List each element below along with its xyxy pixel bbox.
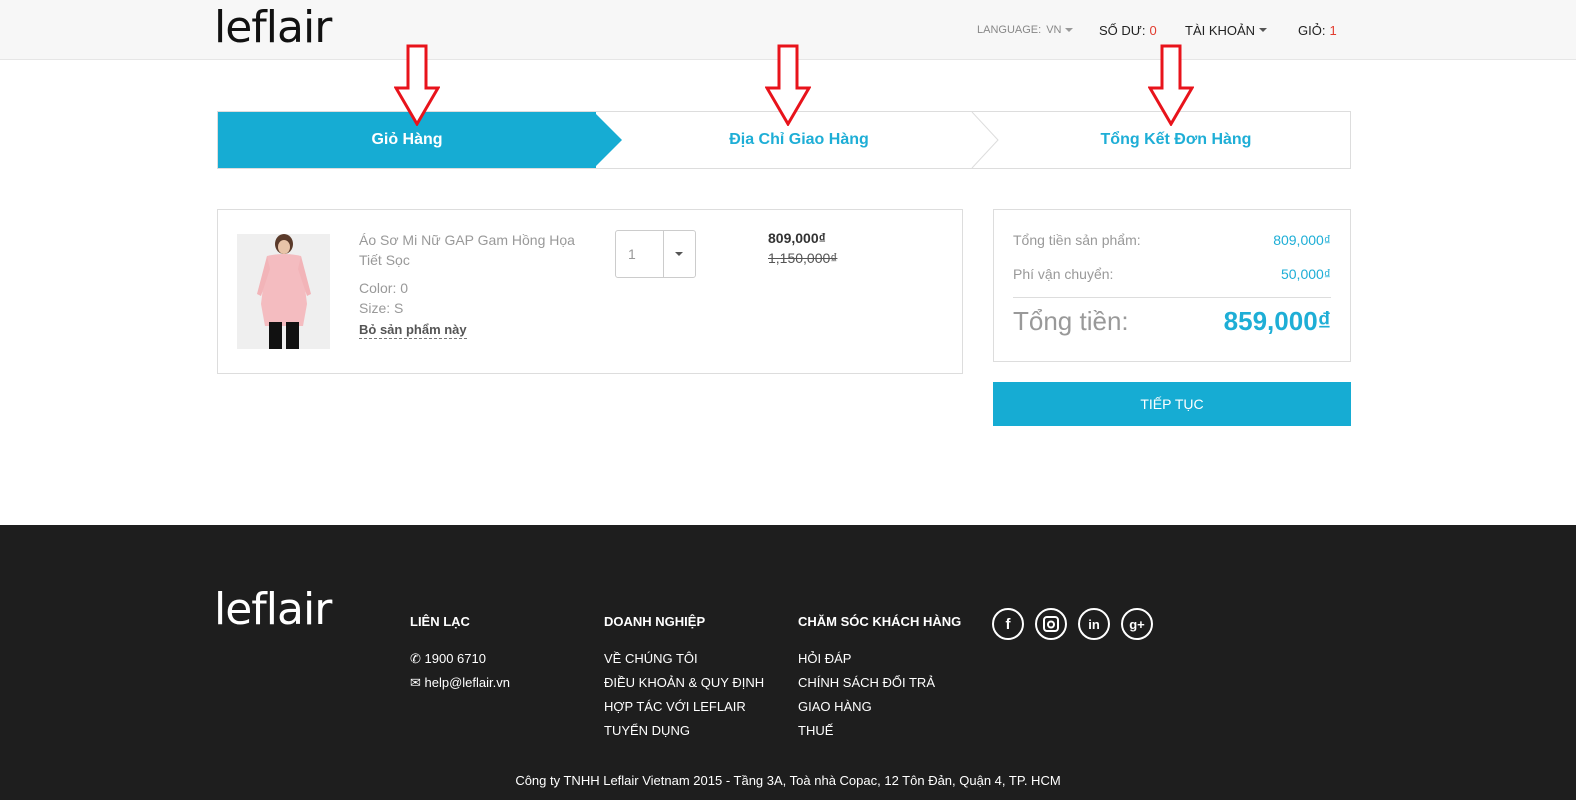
shipping-label: Phí vận chuyển:	[1013, 266, 1114, 282]
care-heading: CHĂM SÓC KHÁCH HÀNG	[798, 614, 962, 629]
balance-label: SỐ DƯ:	[1099, 22, 1146, 38]
step-arrow	[594, 112, 622, 168]
cart-label: GIỎ:	[1298, 22, 1326, 38]
footer-link-shipping[interactable]: GIAO HÀNG	[798, 695, 961, 719]
envelope-icon: ✉	[410, 675, 425, 690]
footer-care-column: CHĂM SÓC KHÁCH HÀNG HỎI ĐÁP CHÍNH SÁCH Đ…	[798, 615, 961, 743]
footer-link-tax[interactable]: THUẾ	[798, 719, 961, 743]
quantity-divider	[663, 231, 664, 277]
footer-link-about[interactable]: VỀ CHÚNG TÔI	[604, 647, 764, 671]
quantity-value: 1	[628, 246, 636, 262]
language-value: VN	[1046, 24, 1062, 36]
quantity-select[interactable]: 1	[615, 230, 696, 278]
chevron-down-icon	[675, 252, 683, 256]
email-address: help@leflair.vn	[424, 675, 510, 690]
business-heading: DOANH NGHIỆP	[604, 614, 706, 629]
subtotal-row: Tổng tiền sản phẩm: 809,000₫	[1013, 232, 1331, 248]
cart-link[interactable]: GIỎ: 1	[1298, 0, 1337, 60]
footer-link-terms[interactable]: ĐIỀU KHOẢN & QUY ĐỊNH	[604, 671, 764, 695]
step-cart-label: Giỏ Hàng	[371, 131, 443, 148]
leflair-logo[interactable]: leflair	[214, 6, 332, 50]
down-arrow-icon	[765, 44, 811, 126]
instagram-icon[interactable]	[1035, 608, 1067, 640]
footer-link-returns[interactable]: CHÍNH SÁCH ĐỔI TRẢ	[798, 671, 961, 695]
language-selector[interactable]: LANGUAGE: VN	[977, 0, 1074, 60]
product-old-price: 1,150,000₫	[768, 250, 838, 266]
down-arrow-icon	[1148, 44, 1194, 126]
remove-product-link[interactable]: Bỏ sản phẩm này	[359, 322, 467, 339]
product-name[interactable]: Áo Sơ Mi Nữ GAP Gam Hồng Họa Tiết Sọc	[359, 230, 589, 270]
product-price: 809,000₫	[768, 230, 826, 246]
chevron-down-icon	[1259, 28, 1268, 32]
phone-number: 1900 6710	[424, 651, 486, 666]
shipping-row: Phí vận chuyển: 50,000₫	[1013, 266, 1331, 282]
continue-button[interactable]: TIẾP TỤC	[993, 382, 1351, 426]
footer-logo[interactable]: leflair	[214, 588, 332, 632]
total-value: 859,000₫	[1223, 306, 1331, 336]
contact-heading: LIÊN LẠC	[410, 614, 470, 629]
subtotal-label: Tổng tiền sản phẩm:	[1013, 232, 1141, 248]
shipping-value: 50,000₫	[1280, 266, 1331, 282]
phone-icon: ✆	[410, 651, 425, 666]
phone-link[interactable]: ✆ 1900 6710	[410, 647, 510, 671]
step-divider	[971, 112, 999, 168]
footer-link-faq[interactable]: HỎI ĐÁP	[798, 647, 961, 671]
language-label: LANGUAGE:	[977, 24, 1042, 36]
footer-link-partnership[interactable]: HỢP TÁC VỚI LEFLAIR	[604, 695, 764, 719]
email-link[interactable]: ✉ help@leflair.vn	[410, 671, 510, 695]
balance-value: 0	[1149, 22, 1157, 38]
account-label: TÀI KHOẢN	[1185, 22, 1256, 38]
cart-count: 1	[1329, 22, 1337, 38]
total-row: Tổng tiền: 859,000₫	[1013, 306, 1331, 337]
subtotal-value: 809,000₫	[1273, 232, 1331, 248]
product-size: Size: S	[359, 300, 404, 316]
account-menu[interactable]: TÀI KHOẢN	[1185, 0, 1268, 60]
linkedin-icon[interactable]: in	[1078, 608, 1110, 640]
footer-contact-column: LIÊN LẠC ✆ 1900 6710 ✉ help@leflair.vn	[410, 615, 510, 695]
step-shipping-label: Địa Chỉ Giao Hàng	[729, 131, 869, 148]
summary-divider	[1013, 297, 1331, 298]
order-summary-card: Tổng tiền sản phẩm: 809,000₫ Phí vận chu…	[993, 209, 1351, 362]
cart-item-card: Áo Sơ Mi Nữ GAP Gam Hồng Họa Tiết Sọc Co…	[217, 209, 963, 374]
footer-business-column: DOANH NGHIỆP VỀ CHÚNG TÔI ĐIỀU KHOẢN & Q…	[604, 615, 764, 743]
total-label: Tổng tiền:	[1013, 306, 1129, 336]
product-image[interactable]	[237, 234, 330, 349]
step-summary-label: Tổng Kết Đơn Hàng	[1100, 131, 1252, 148]
chevron-down-icon	[1065, 28, 1074, 32]
facebook-icon[interactable]: f	[992, 608, 1024, 640]
footer-link-careers[interactable]: TUYỂN DỤNG	[604, 719, 764, 743]
product-color: Color: 0	[359, 280, 409, 296]
google-plus-icon[interactable]: g+	[1121, 608, 1153, 640]
down-arrow-icon	[394, 44, 440, 126]
site-footer: leflair LIÊN LẠC ✆ 1900 6710 ✉ help@lefl…	[0, 525, 1576, 800]
copyright-text: Công ty TNHH Leflair Vietnam 2015 - Tầng…	[515, 773, 1061, 788]
